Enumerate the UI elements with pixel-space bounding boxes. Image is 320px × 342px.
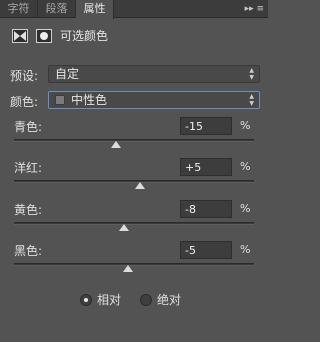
- adjustment-title: 可选颜色: [60, 29, 109, 43]
- cyan-value-input[interactable]: [180, 117, 232, 135]
- yellow-slider-thumb[interactable]: [119, 224, 130, 231]
- cyan-percent-unit: %: [240, 119, 251, 132]
- panel-menu-icon[interactable]: ▸▸ ≡: [245, 0, 264, 18]
- radio-relative[interactable]: 相对: [80, 293, 130, 307]
- magenta-slider-track[interactable]: [14, 180, 254, 183]
- preset-label: 预设:: [10, 69, 39, 83]
- magenta-slider-thumb[interactable]: [135, 182, 145, 189]
- preset-value: 自定: [55, 67, 80, 81]
- colors-value: 中性色: [71, 93, 108, 107]
- panel-tab-bar: 字符 段落 属性 ▸▸ ≡: [0, 0, 268, 19]
- colors-label: 颜色:: [10, 95, 39, 109]
- cyan-slider-track[interactable]: [14, 139, 254, 142]
- black-percent-unit: %: [240, 243, 251, 256]
- slider-label-black: 黑色:: [14, 244, 43, 258]
- yellow-percent-unit: %: [240, 202, 251, 215]
- tab-character[interactable]: 字符: [0, 0, 38, 18]
- tab-paragraph[interactable]: 段落: [38, 0, 76, 18]
- tab-properties[interactable]: 属性: [76, 0, 114, 19]
- layer-mask-icon[interactable]: [36, 29, 52, 43]
- radio-absolute[interactable]: 绝对: [140, 293, 190, 307]
- black-value-input[interactable]: [180, 241, 232, 259]
- dropdown-arrows-icon: ▲ ▼: [249, 67, 254, 81]
- color-swatch: [55, 95, 65, 105]
- dropdown-arrows-icon: ▲ ▼: [249, 93, 254, 107]
- radio-dot-absolute[interactable]: [140, 294, 152, 306]
- magenta-value-input[interactable]: [180, 158, 232, 176]
- radio-dot-relative[interactable]: [80, 294, 92, 306]
- radio-label-absolute: 绝对: [157, 293, 182, 307]
- yellow-value-input[interactable]: [180, 200, 232, 218]
- black-slider-thumb[interactable]: [123, 265, 133, 272]
- slider-label-magenta: 洋红:: [14, 161, 43, 175]
- slider-label-yellow: 黄色:: [14, 203, 43, 217]
- cyan-slider-thumb[interactable]: [111, 141, 121, 148]
- properties-header: 可选颜色: [0, 19, 268, 53]
- slider-label-cyan: 青色:: [14, 120, 43, 134]
- selective-color-icon[interactable]: [12, 29, 28, 43]
- colors-dropdown[interactable]: 中性色 ▲ ▼: [48, 91, 260, 109]
- preset-dropdown[interactable]: 自定 ▲ ▼: [48, 65, 260, 83]
- black-slider-track[interactable]: [14, 263, 254, 266]
- magenta-percent-unit: %: [240, 160, 251, 173]
- radio-label-relative: 相对: [97, 293, 122, 307]
- yellow-slider-track[interactable]: [14, 222, 254, 225]
